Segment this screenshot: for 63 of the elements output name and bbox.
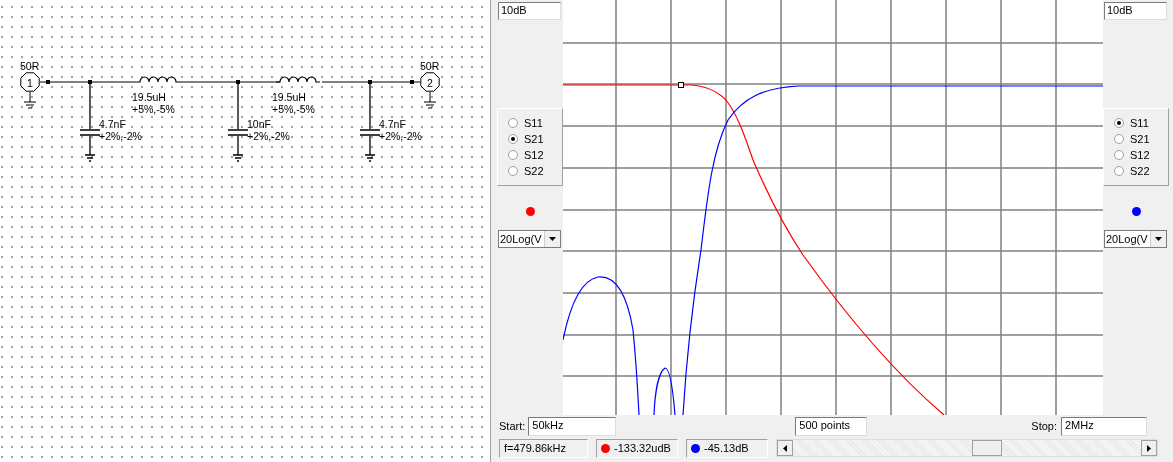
junction-node [368, 80, 372, 84]
start-label: Start: [499, 420, 526, 432]
format-dropdown[interactable]: 20Log(V [1104, 230, 1167, 248]
port-number: 1 [27, 77, 33, 89]
port-number: 2 [427, 77, 433, 89]
scale-field[interactable]: 10dB [498, 2, 561, 20]
radio-button[interactable] [508, 134, 518, 144]
capacitor-drawing[interactable] [227, 83, 249, 162]
capacitor-tolerance: +2%,-2% [379, 130, 422, 142]
cursor-marker[interactable] [678, 82, 684, 88]
scale-field[interactable]: 10dB [1104, 2, 1167, 20]
capacitor-tolerance: +2%,-2% [99, 130, 142, 142]
trace-readout: -45.13dB [704, 442, 749, 454]
radio-button[interactable] [1114, 166, 1124, 176]
inductor-value: 19.5uH [272, 91, 306, 103]
port-label: 50R [20, 60, 40, 72]
radio-button[interactable] [1114, 134, 1124, 144]
port-label: 50R [420, 60, 440, 72]
inductor-value: 19.5uH [132, 91, 166, 103]
stop-label: Stop: [1031, 420, 1057, 432]
capacitor-drawing[interactable] [359, 83, 381, 162]
radio-label[interactable]: S22 [1130, 165, 1150, 177]
caret-icon [1155, 237, 1162, 241]
port-drawing[interactable] [420, 72, 440, 109]
port-drawing[interactable] [20, 72, 40, 109]
format-dropdown[interactable]: 20Log(V [498, 230, 561, 248]
radio-button[interactable] [508, 118, 518, 128]
scroll-thumb[interactable] [972, 440, 1002, 456]
radio-button[interactable] [1114, 118, 1124, 128]
start-field[interactable]: 50kHz [528, 416, 617, 436]
radio-label[interactable]: S21 [1130, 133, 1150, 145]
scroll-right-button[interactable] [1141, 440, 1157, 456]
points-field[interactable]: 500 points [795, 416, 868, 436]
scroll-left-button[interactable] [777, 440, 793, 456]
inductor-tolerance: +5%,-5% [272, 103, 315, 115]
radio-label[interactable]: S22 [524, 165, 544, 177]
inductor-tolerance: +5%,-5% [132, 103, 175, 115]
radio-label[interactable]: S11 [524, 117, 543, 129]
junction-node [236, 80, 240, 84]
inductor-drawing[interactable] [275, 76, 321, 83]
junction-node [410, 80, 414, 84]
frequency-readout: f=479.86kHz [499, 438, 588, 458]
capacitor-tolerance: +2%,-2% [247, 130, 290, 142]
scrollbar[interactable] [776, 439, 1158, 457]
junction-node [46, 80, 50, 84]
capacitor-value: 10nF [247, 118, 271, 130]
caret-icon [549, 237, 556, 241]
radio-button[interactable] [1114, 150, 1124, 160]
capacitor-value: 4.7nF [99, 118, 126, 130]
junction-node [88, 80, 92, 84]
left-arrow-icon [783, 444, 787, 452]
radio-label[interactable]: S12 [1130, 149, 1150, 161]
capacitor-value: 4.7nF [379, 118, 406, 130]
radio-label[interactable]: S12 [524, 149, 544, 161]
inductor-drawing[interactable] [135, 76, 181, 83]
trace-readout: -133.32udB [614, 442, 671, 454]
capacitor-drawing[interactable] [79, 83, 101, 162]
radio-label[interactable]: S11 [1130, 117, 1149, 129]
radio-label[interactable]: S21 [524, 133, 544, 145]
radio-button[interactable] [508, 166, 518, 176]
radio-button[interactable] [508, 150, 518, 160]
stop-field[interactable]: 2MHz [1061, 416, 1147, 436]
right-arrow-icon [1147, 444, 1151, 452]
